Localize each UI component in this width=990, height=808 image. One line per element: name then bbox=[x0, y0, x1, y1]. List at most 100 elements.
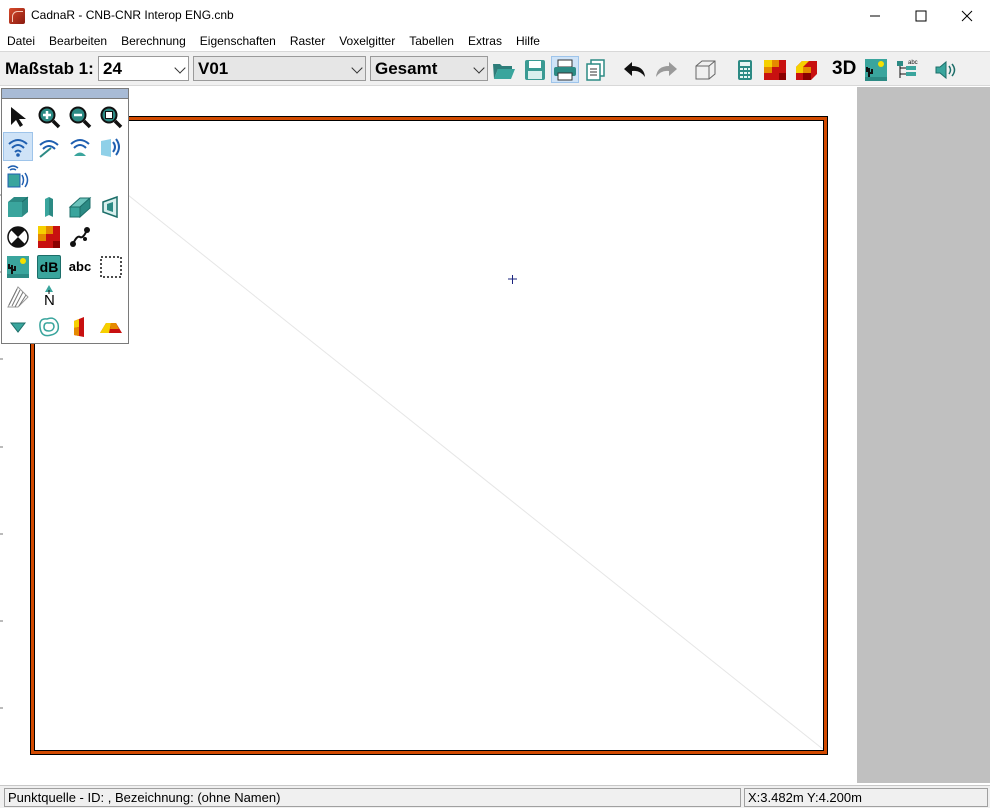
copy-button[interactable] bbox=[582, 56, 610, 83]
maximize-button[interactable] bbox=[898, 0, 944, 31]
grid-map-button[interactable] bbox=[761, 56, 789, 83]
grid-map-icon bbox=[764, 59, 786, 80]
contour-icon bbox=[39, 316, 60, 336]
building-tool[interactable] bbox=[3, 192, 33, 221]
close-icon bbox=[961, 10, 973, 21]
undo-icon bbox=[624, 61, 645, 77]
print-button[interactable] bbox=[551, 56, 579, 83]
variant-value: V01 bbox=[198, 59, 229, 78]
facade-icon bbox=[74, 316, 84, 337]
acoustics-button[interactable] bbox=[932, 56, 960, 83]
pointer-icon bbox=[11, 106, 26, 127]
svg-text:abc: abc bbox=[908, 60, 918, 66]
panel-tool[interactable] bbox=[65, 192, 95, 221]
zoom-fit-tool[interactable] bbox=[96, 102, 126, 131]
grid-tool[interactable] bbox=[34, 222, 64, 251]
menu-raster[interactable]: Raster bbox=[283, 31, 332, 51]
menu-hilfe[interactable]: Hilfe bbox=[509, 31, 547, 51]
landscape-button[interactable] bbox=[862, 56, 890, 83]
north-label: N bbox=[44, 291, 55, 309]
group-select[interactable]: Gesamt bbox=[370, 56, 488, 81]
menu-bar: Datei Bearbeiten Berechnung Eigenschafte… bbox=[0, 31, 990, 51]
line-source-icon bbox=[39, 139, 59, 158]
model-boundary-frame[interactable] bbox=[31, 117, 827, 754]
panel-icon bbox=[68, 196, 92, 218]
grid-icon bbox=[38, 225, 60, 248]
menu-eigenschaften[interactable]: Eigenschaften bbox=[193, 31, 283, 51]
landscape-icon bbox=[7, 255, 29, 278]
connector-icon bbox=[70, 226, 90, 247]
connector-tool[interactable] bbox=[65, 222, 95, 251]
area-source-tool[interactable] bbox=[65, 132, 95, 161]
hatching-tool[interactable] bbox=[3, 282, 33, 311]
directional-source-tool[interactable] bbox=[96, 132, 126, 161]
selection-box-icon bbox=[100, 255, 122, 278]
box-source-tool[interactable] bbox=[3, 162, 33, 191]
db-label-icon: dB bbox=[37, 254, 61, 279]
contour-tool[interactable] bbox=[34, 312, 64, 341]
north-arrow-tool[interactable]: N bbox=[34, 282, 64, 311]
facade-tool[interactable] bbox=[65, 312, 95, 341]
menu-extras[interactable]: Extras bbox=[461, 31, 509, 51]
palette-title-bar[interactable] bbox=[2, 89, 128, 99]
north-arrow-icon: N bbox=[37, 284, 61, 310]
menu-bearbeiten[interactable]: Bearbeiten bbox=[42, 31, 114, 51]
menu-datei[interactable]: Datei bbox=[0, 31, 42, 51]
selection-box-tool[interactable] bbox=[96, 252, 126, 281]
receiver-tool[interactable] bbox=[3, 222, 33, 251]
pointer-tool[interactable] bbox=[3, 102, 33, 131]
speaker-icon bbox=[935, 60, 956, 79]
scale-value: 24 bbox=[103, 59, 122, 78]
text-icon: abc bbox=[68, 259, 92, 274]
redo-button[interactable] bbox=[652, 56, 680, 83]
landscape-tool[interactable] bbox=[3, 252, 33, 281]
open-folder-icon bbox=[493, 63, 515, 79]
print-icon bbox=[554, 59, 576, 80]
hatching-icon bbox=[7, 285, 29, 307]
zoom-in-icon bbox=[38, 106, 61, 128]
view-3d-box-button[interactable] bbox=[691, 56, 719, 83]
roof-icon bbox=[100, 322, 122, 333]
open-button[interactable] bbox=[490, 56, 518, 83]
minimize-button[interactable] bbox=[852, 0, 898, 31]
tree-structure-icon: abc bbox=[897, 60, 918, 78]
maximize-icon bbox=[915, 10, 927, 21]
triangle-marker-icon bbox=[9, 322, 27, 333]
voxel-grid-button[interactable] bbox=[792, 56, 820, 83]
calculate-button[interactable] bbox=[731, 56, 759, 83]
view-3d-button[interactable]: 3D bbox=[832, 58, 856, 80]
tool-palette: dB abc N bbox=[1, 88, 129, 344]
variant-select[interactable]: V01 bbox=[193, 56, 366, 81]
menu-tabellen[interactable]: Tabellen bbox=[402, 31, 461, 51]
close-button[interactable] bbox=[944, 0, 990, 31]
app-window: CadnaR - CNB-CNR Interop ENG.cnb Datei B… bbox=[0, 0, 990, 808]
text-tool[interactable]: abc bbox=[65, 252, 95, 281]
undo-button[interactable] bbox=[621, 56, 649, 83]
triangle-marker-tool[interactable] bbox=[3, 312, 33, 341]
barrier-tool[interactable] bbox=[96, 192, 126, 221]
save-button[interactable] bbox=[521, 56, 549, 83]
menu-voxelgitter[interactable]: Voxelgitter bbox=[332, 31, 402, 51]
chevron-down-icon bbox=[473, 62, 485, 74]
app-logo-icon[interactable] bbox=[9, 8, 25, 24]
wall-tool[interactable] bbox=[34, 192, 64, 221]
point-source-tool[interactable] bbox=[3, 132, 33, 161]
chevron-down-icon bbox=[351, 62, 363, 74]
db-text: dB bbox=[39, 258, 59, 275]
zoom-out-tool[interactable] bbox=[65, 102, 95, 131]
roof-tool[interactable] bbox=[96, 312, 126, 341]
side-panel bbox=[857, 87, 990, 783]
barrier-icon bbox=[102, 195, 118, 218]
menu-berechnung[interactable]: Berechnung bbox=[114, 31, 193, 51]
scale-select[interactable]: 24 bbox=[98, 56, 189, 81]
tree-structure-button[interactable]: abc bbox=[894, 56, 922, 83]
landscape-sign-icon bbox=[865, 58, 887, 81]
zoom-fit-icon bbox=[100, 106, 123, 128]
title-bar: CadnaR - CNB-CNR Interop ENG.cnb bbox=[0, 0, 990, 31]
zoom-in-tool[interactable] bbox=[34, 102, 64, 131]
db-label-tool[interactable]: dB bbox=[34, 252, 64, 281]
voxel-grid-icon bbox=[796, 60, 817, 80]
line-source-tool[interactable] bbox=[34, 132, 64, 161]
window-title: CadnaR - CNB-CNR Interop ENG.cnb bbox=[31, 8, 234, 22]
cursor-coordinates: X:3.482m Y:4.200m bbox=[744, 788, 988, 807]
